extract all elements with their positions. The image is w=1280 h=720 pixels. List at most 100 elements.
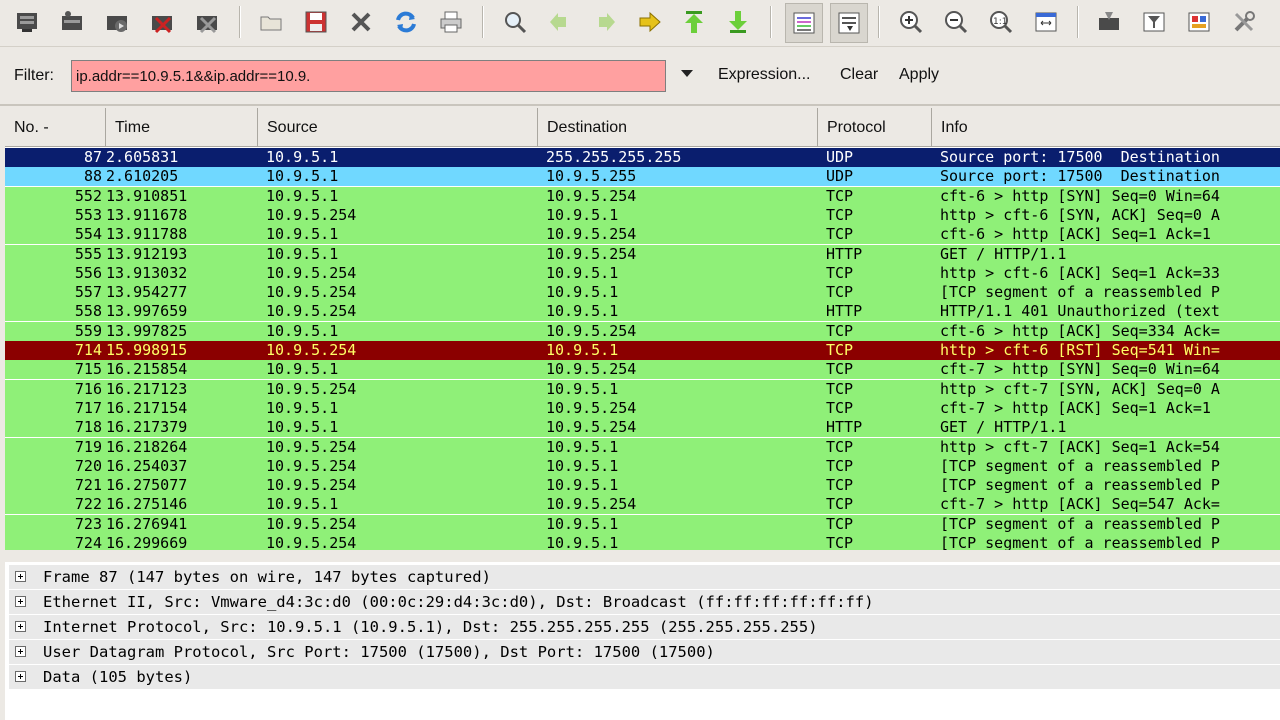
expand-plus-icon[interactable] — [15, 596, 26, 607]
cell-source: 10.9.5.1 — [266, 360, 339, 379]
cell-protocol: TCP — [826, 360, 854, 379]
column-header-protocol[interactable]: Protocol — [818, 108, 932, 146]
packet-row[interactable]: 87 2.605831 10.9.5.1 255.255.255.255 UDP Sour… — [5, 148, 1280, 167]
cell-time: 13.997659 — [106, 302, 188, 321]
go-forward-icon[interactable] — [589, 6, 621, 38]
display-filter-input[interactable] — [71, 60, 666, 92]
packet-row[interactable]: 714 15.998915 10.9.5.254 10.9.5.1 TCP http > … — [5, 341, 1280, 360]
colorize-icon[interactable] — [785, 3, 823, 43]
go-back-icon[interactable] — [544, 6, 576, 38]
packet-row[interactable]: 722 16.275146 10.9.5.1 10.9.5.254 TCP cft-7 >… — [5, 495, 1280, 515]
close-file-icon[interactable] — [345, 6, 377, 38]
zoom-out-icon[interactable] — [940, 6, 972, 38]
cell-no: 721 — [74, 476, 102, 495]
expression-button[interactable]: Expression... — [718, 66, 810, 84]
normal-size-icon[interactable]: 1:1 — [985, 6, 1017, 38]
cell-protocol: TCP — [826, 456, 854, 475]
cell-protocol: TCP — [826, 341, 854, 359]
packet-row[interactable]: 724 16.299669 10.9.5.254 10.9.5.1 TCP [TCP se… — [5, 534, 1280, 550]
cell-info: http > cft-6 [SYN, ACK] Seq=0 A — [940, 205, 1220, 224]
packet-row[interactable]: 559 13.997825 10.9.5.1 10.9.5.254 TCP cft-6 >… — [5, 321, 1280, 341]
reload-icon[interactable] — [390, 6, 422, 38]
interface-list-icon[interactable] — [12, 6, 44, 38]
cell-destination: 10.9.5.254 — [546, 321, 637, 340]
detail-row-data[interactable]: Data (105 bytes) — [9, 665, 1280, 689]
packet-row[interactable]: 723 16.276941 10.9.5.254 10.9.5.1 TCP [TCP se… — [5, 514, 1280, 534]
cell-no: 716 — [74, 379, 102, 398]
auto-scroll-icon[interactable] — [830, 3, 868, 43]
packet-row[interactable]: 717 16.217154 10.9.5.1 10.9.5.254 TCP cft-7 >… — [5, 398, 1280, 418]
cell-destination: 10.9.5.254 — [546, 418, 637, 437]
expand-plus-icon[interactable] — [15, 621, 26, 632]
packet-row[interactable]: 715 16.215854 10.9.5.1 10.9.5.254 TCP cft-7 >… — [5, 360, 1280, 380]
detail-row-udp[interactable]: User Datagram Protocol, Src Port: 17500 … — [9, 640, 1280, 664]
expand-plus-icon[interactable] — [15, 646, 26, 657]
cell-destination: 10.9.5.254 — [546, 186, 637, 205]
expand-plus-icon[interactable] — [15, 671, 26, 682]
packet-row[interactable]: 554 13.911788 10.9.5.1 10.9.5.254 TCP cft-6 >… — [5, 225, 1280, 245]
column-header-source[interactable]: Source — [258, 108, 538, 146]
cell-no: 554 — [74, 225, 102, 244]
coloring-rules-icon[interactable] — [1183, 6, 1215, 38]
cell-time: 13.913032 — [106, 263, 188, 282]
save-file-icon[interactable] — [300, 6, 332, 38]
packet-row[interactable]: 716 16.217123 10.9.5.254 10.9.5.1 TCP http > … — [5, 379, 1280, 399]
zoom-in-icon[interactable] — [895, 6, 927, 38]
cell-source: 10.9.5.1 — [266, 321, 339, 340]
print-icon[interactable] — [435, 6, 467, 38]
cell-protocol: TCP — [826, 283, 854, 302]
packet-row[interactable]: 719 16.218264 10.9.5.254 10.9.5.1 TCP http > … — [5, 437, 1280, 457]
stop-capture-icon[interactable] — [146, 6, 178, 38]
apply-button[interactable]: Apply — [899, 66, 939, 84]
cell-time: 13.997825 — [106, 321, 188, 340]
capture-filters-icon[interactable] — [1093, 6, 1125, 38]
first-packet-icon[interactable] — [678, 6, 710, 38]
packet-row[interactable]: 718 16.217379 10.9.5.1 10.9.5.254 HTTP GET / … — [5, 418, 1280, 438]
packet-row[interactable]: 720 16.254037 10.9.5.254 10.9.5.1 TCP [TCP se… — [5, 456, 1280, 476]
detail-row-frame[interactable]: Frame 87 (147 bytes on wire, 147 bytes c… — [9, 565, 1280, 589]
cell-source: 10.9.5.1 — [266, 148, 339, 166]
capture-options-icon[interactable] — [56, 6, 88, 38]
packet-row[interactable]: 553 13.911678 10.9.5.254 10.9.5.1 TCP http > … — [5, 205, 1280, 225]
column-header-time[interactable]: Time — [106, 108, 258, 146]
packet-row[interactable]: 88 2.610205 10.9.5.1 10.9.5.255 UDP Source po… — [5, 167, 1280, 187]
cell-protocol: TCP — [826, 225, 854, 244]
cell-source: 10.9.5.254 — [266, 456, 357, 475]
last-packet-icon[interactable] — [722, 6, 754, 38]
go-to-packet-icon[interactable] — [634, 6, 666, 38]
filter-history-dropdown-icon[interactable] — [680, 69, 694, 79]
packet-row[interactable]: 555 13.912193 10.9.5.1 10.9.5.254 HTTP GET / … — [5, 244, 1280, 264]
display-filters-icon[interactable] — [1138, 6, 1170, 38]
packet-row[interactable]: 558 13.997659 10.9.5.254 10.9.5.1 HTTP HTTP/1… — [5, 302, 1280, 322]
find-packet-icon[interactable] — [499, 6, 531, 38]
preferences-icon[interactable] — [1228, 6, 1260, 38]
cell-protocol: TCP — [826, 398, 854, 417]
cell-source: 10.9.5.254 — [266, 476, 357, 495]
packet-details-pane: Frame 87 (147 bytes on wire, 147 bytes c… — [5, 562, 1280, 720]
cell-no: 720 — [74, 456, 102, 475]
column-header-no[interactable]: No. - — [5, 108, 106, 146]
restart-capture-icon[interactable] — [191, 6, 223, 38]
packet-row[interactable]: 556 13.913032 10.9.5.254 10.9.5.1 TCP http > … — [5, 263, 1280, 283]
clear-button[interactable]: Clear — [840, 66, 878, 84]
cell-source: 10.9.5.1 — [266, 186, 339, 205]
detail-row-ip[interactable]: Internet Protocol, Src: 10.9.5.1 (10.9.5… — [9, 615, 1280, 639]
cell-time: 16.276941 — [106, 514, 188, 533]
cell-time: 16.254037 — [106, 456, 188, 475]
packet-row[interactable]: 557 13.954277 10.9.5.254 10.9.5.1 TCP [TCP se… — [5, 283, 1280, 303]
cell-protocol: TCP — [826, 534, 854, 550]
expand-plus-icon[interactable] — [15, 571, 26, 582]
cell-destination: 10.9.5.1 — [546, 341, 619, 359]
cell-source: 10.9.5.254 — [266, 263, 357, 282]
packet-row[interactable]: 721 16.275077 10.9.5.254 10.9.5.1 TCP [TCP se… — [5, 476, 1280, 496]
open-file-icon[interactable] — [255, 6, 287, 38]
detail-row-ethernet[interactable]: Ethernet II, Src: Vmware_d4:3c:d0 (00:0c… — [9, 590, 1280, 614]
resize-columns-icon[interactable] — [1030, 6, 1062, 38]
column-header-info[interactable]: Info — [932, 108, 1280, 146]
cell-info: GET / HTTP/1.1 — [940, 418, 1067, 437]
column-header-destination[interactable]: Destination — [538, 108, 818, 146]
cell-no: 558 — [74, 302, 102, 321]
packet-row[interactable]: 552 13.910851 10.9.5.1 10.9.5.254 TCP cft-6 >… — [5, 186, 1280, 206]
start-capture-icon[interactable] — [101, 6, 133, 38]
cell-info: cft-7 > http [SYN] Seq=0 Win=64 — [940, 360, 1220, 379]
